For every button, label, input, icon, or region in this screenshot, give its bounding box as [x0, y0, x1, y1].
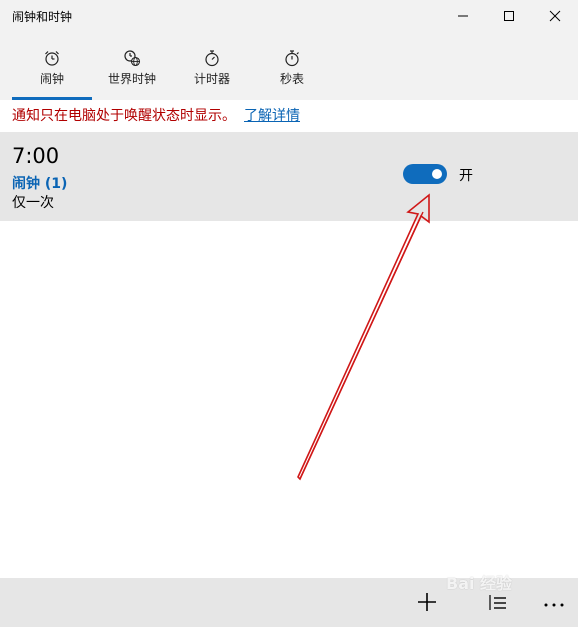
more-options-button[interactable] — [538, 586, 570, 618]
add-alarm-button[interactable] — [411, 586, 443, 618]
annotation-arrow-icon — [297, 193, 430, 481]
more-icon — [544, 603, 564, 607]
watermark: Bai 经验 — [446, 574, 513, 593]
plus-icon — [418, 593, 436, 611]
list-select-icon — [489, 595, 506, 610]
